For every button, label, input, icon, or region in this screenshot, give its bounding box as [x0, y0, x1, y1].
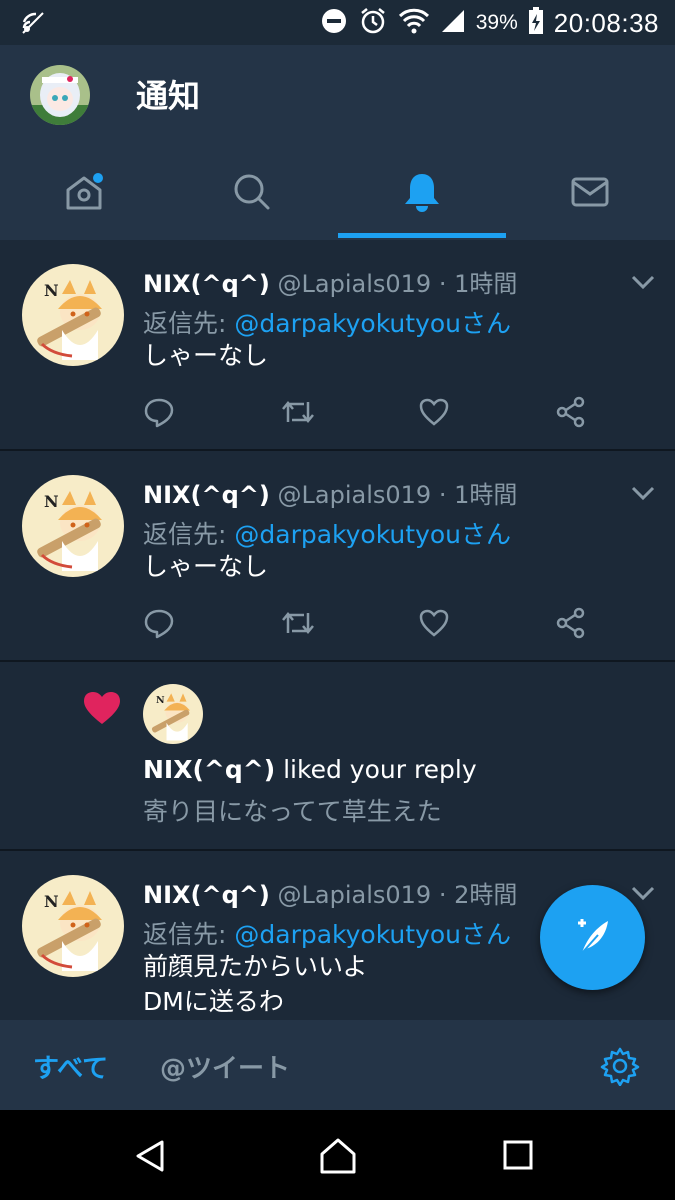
like-action-text: liked your reply: [283, 755, 477, 784]
tweet-text: しゃーなし: [143, 341, 269, 370]
author-handle: @Lapials019: [277, 270, 432, 298]
list-item[interactable]: N NIX(^q^) @Lapials019 · 1時間 返信先: @darpa…: [0, 451, 675, 662]
svg-text:N: N: [44, 492, 59, 511]
author-name[interactable]: NIX(^q^): [143, 881, 270, 909]
reply-icon[interactable]: [143, 607, 175, 639]
mention-link[interactable]: @darpakyokutyouさん: [234, 920, 511, 949]
tab-all[interactable]: すべて: [33, 1048, 108, 1085]
signal-icon: [440, 8, 466, 39]
gear-icon[interactable]: [600, 1046, 640, 1090]
tab-home[interactable]: [0, 147, 168, 240]
heart-icon: [82, 690, 122, 730]
like-icon[interactable]: [418, 396, 450, 428]
clock: 20:08:38: [553, 7, 659, 38]
reply-to: 返信先: @darpakyokutyouさん: [143, 915, 511, 951]
reply-label: 返信先:: [143, 309, 227, 338]
reply-to: 返信先: @darpakyokutyouさん: [143, 304, 511, 340]
tweet-actions: [143, 607, 603, 641]
wifi-icon: [398, 8, 430, 39]
page-title: 通知: [136, 77, 201, 115]
search-icon: [230, 170, 274, 218]
tab-search[interactable]: [168, 147, 336, 240]
tweet-time: · 1時間: [438, 481, 518, 509]
author-handle: @Lapials019: [277, 881, 432, 909]
battery-percent: 39%: [475, 11, 518, 34]
retweet-icon[interactable]: [280, 607, 314, 639]
do-not-disturb-icon: [320, 7, 348, 40]
tweet-header: NIX(^q^) @Lapials019 · 1時間: [143, 475, 517, 510]
app-header: 通知: [0, 45, 675, 240]
mention-link[interactable]: @darpakyokutyouさん: [234, 520, 511, 549]
avatar[interactable]: N: [22, 264, 124, 366]
tweet-text: しゃーなし: [143, 552, 269, 581]
chevron-down-icon[interactable]: [630, 883, 656, 903]
main-tabs: [0, 147, 675, 240]
avatar[interactable]: N: [143, 684, 203, 744]
retweet-icon[interactable]: [280, 396, 314, 428]
like-summary: NIX(^q^) liked your reply: [143, 755, 477, 784]
back-icon[interactable]: [132, 1138, 168, 1178]
status-bar: 39% 20:08:38: [0, 0, 675, 45]
tweet-text-line-1: 前顔見たからいいよ: [143, 952, 368, 981]
tab-mentions[interactable]: @ツイート: [160, 1048, 290, 1085]
list-item[interactable]: N NIX(^q^) liked your reply 寄り目になってて草生えた: [0, 662, 675, 851]
author-name[interactable]: NIX(^q^): [143, 481, 270, 509]
svg-text:N: N: [44, 281, 59, 300]
svg-text:N: N: [156, 695, 165, 706]
tweet-actions: [143, 396, 603, 430]
reply-icon[interactable]: [143, 396, 175, 428]
share-icon[interactable]: [555, 396, 587, 428]
active-tab-indicator: [338, 233, 506, 238]
tweet-header: NIX(^q^) @Lapials019 · 1時間: [143, 264, 517, 299]
mail-icon: [568, 170, 612, 218]
tweet-time: · 1時間: [438, 270, 518, 298]
author-name[interactable]: NIX(^q^): [143, 270, 270, 298]
reply-to: 返信先: @darpakyokutyouさん: [143, 515, 511, 551]
compose-feather-icon: [568, 911, 618, 965]
tab-notifications[interactable]: [338, 147, 506, 240]
battery-charging-icon: [528, 6, 544, 40]
list-item[interactable]: N NIX(^q^) @Lapials019 · 1時間 返信先: @darpa…: [0, 240, 675, 451]
alarm-icon: [358, 6, 388, 41]
home-icon: [62, 170, 106, 218]
compose-tweet-button[interactable]: [540, 885, 645, 990]
tweet-text-line-2: DMに送るわ: [143, 987, 284, 1016]
nfc-icon: [20, 10, 46, 41]
recents-icon[interactable]: [502, 1139, 534, 1175]
chevron-down-icon[interactable]: [630, 483, 656, 503]
mention-link[interactable]: @darpakyokutyouさん: [234, 309, 511, 338]
tweet-time: · 2時間: [438, 881, 518, 909]
tweet-header: NIX(^q^) @Lapials019 · 2時間: [143, 875, 517, 910]
system-nav-bar: [0, 1110, 675, 1200]
share-icon[interactable]: [555, 607, 587, 639]
chevron-down-icon[interactable]: [630, 272, 656, 292]
reply-label: 返信先:: [143, 920, 227, 949]
author-name[interactable]: NIX(^q^): [143, 755, 275, 784]
profile-avatar[interactable]: [30, 65, 90, 125]
like-icon[interactable]: [418, 607, 450, 639]
tab-messages[interactable]: [506, 147, 674, 240]
liked-tweet-text: 寄り目になってて草生えた: [143, 797, 442, 826]
reply-label: 返信先:: [143, 520, 227, 549]
author-handle: @Lapials019: [277, 481, 432, 509]
avatar[interactable]: N: [22, 475, 124, 577]
svg-text:N: N: [44, 892, 59, 911]
avatar[interactable]: N: [22, 875, 124, 977]
bell-icon: [400, 170, 444, 218]
home-nav-icon[interactable]: [318, 1136, 358, 1180]
notification-filter-bar: すべて @ツイート: [0, 1020, 675, 1110]
